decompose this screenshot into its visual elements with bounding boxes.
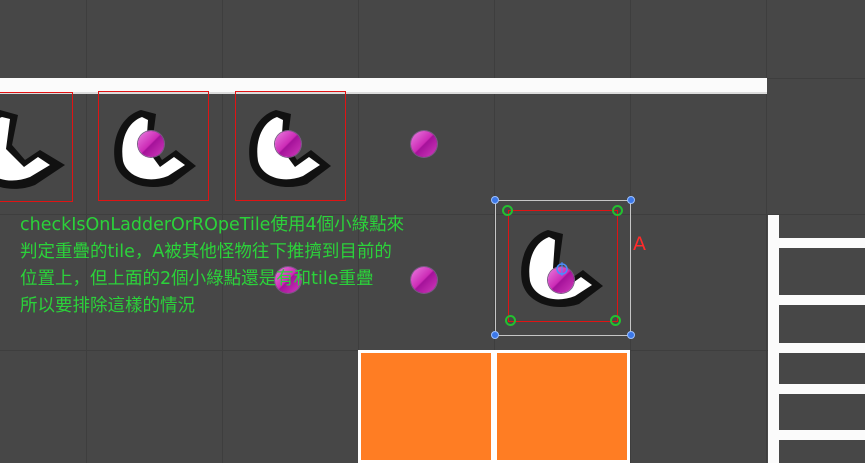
transform-handle-icon[interactable]	[491, 196, 499, 204]
green-check-point-icon	[505, 315, 516, 326]
ladder-rung	[768, 238, 865, 248]
annotation-line: 所以要排除這樣的情況	[20, 296, 195, 316]
green-check-point-icon	[502, 205, 513, 216]
ladder-rung	[768, 384, 865, 394]
green-check-point-icon	[610, 315, 621, 326]
magenta-dot-icon	[275, 131, 301, 157]
green-check-point-icon	[612, 205, 623, 216]
ladder-rung	[768, 343, 865, 353]
transform-handle-icon[interactable]	[627, 196, 635, 204]
scene-view[interactable]: A checkIsOnLadderOrROpeTile使用4個小綠點來 判定重疊…	[0, 0, 865, 463]
magenta-dot-icon	[411, 267, 437, 293]
orange-tile	[358, 350, 494, 463]
annotation-text: checkIsOnLadderOrROpeTile使用4個小綠點來 判定重疊的t…	[20, 212, 404, 320]
magenta-dot-icon	[411, 131, 437, 157]
ladder-rung	[768, 430, 865, 440]
ladder-rail	[768, 215, 779, 463]
selection-rect[interactable]	[495, 200, 631, 336]
selected-label: A	[633, 233, 646, 255]
annotation-line: 判定重疊的tile，A被其他怪物往下推擠到目前的	[20, 242, 392, 262]
monster-sprite-icon[interactable]	[0, 105, 70, 195]
annotation-line: checkIsOnLadderOrROpeTile使用4個小綠點來	[20, 215, 405, 235]
ladder-rung	[768, 295, 865, 305]
transform-handle-icon[interactable]	[627, 331, 635, 339]
transform-handle-icon[interactable]	[491, 331, 499, 339]
grid-line	[766, 0, 767, 463]
orange-tile	[494, 350, 630, 463]
annotation-line: 位置上，但上面的2個小綠點還是有和tile重疊	[20, 269, 374, 289]
magenta-dot-icon	[138, 131, 164, 157]
